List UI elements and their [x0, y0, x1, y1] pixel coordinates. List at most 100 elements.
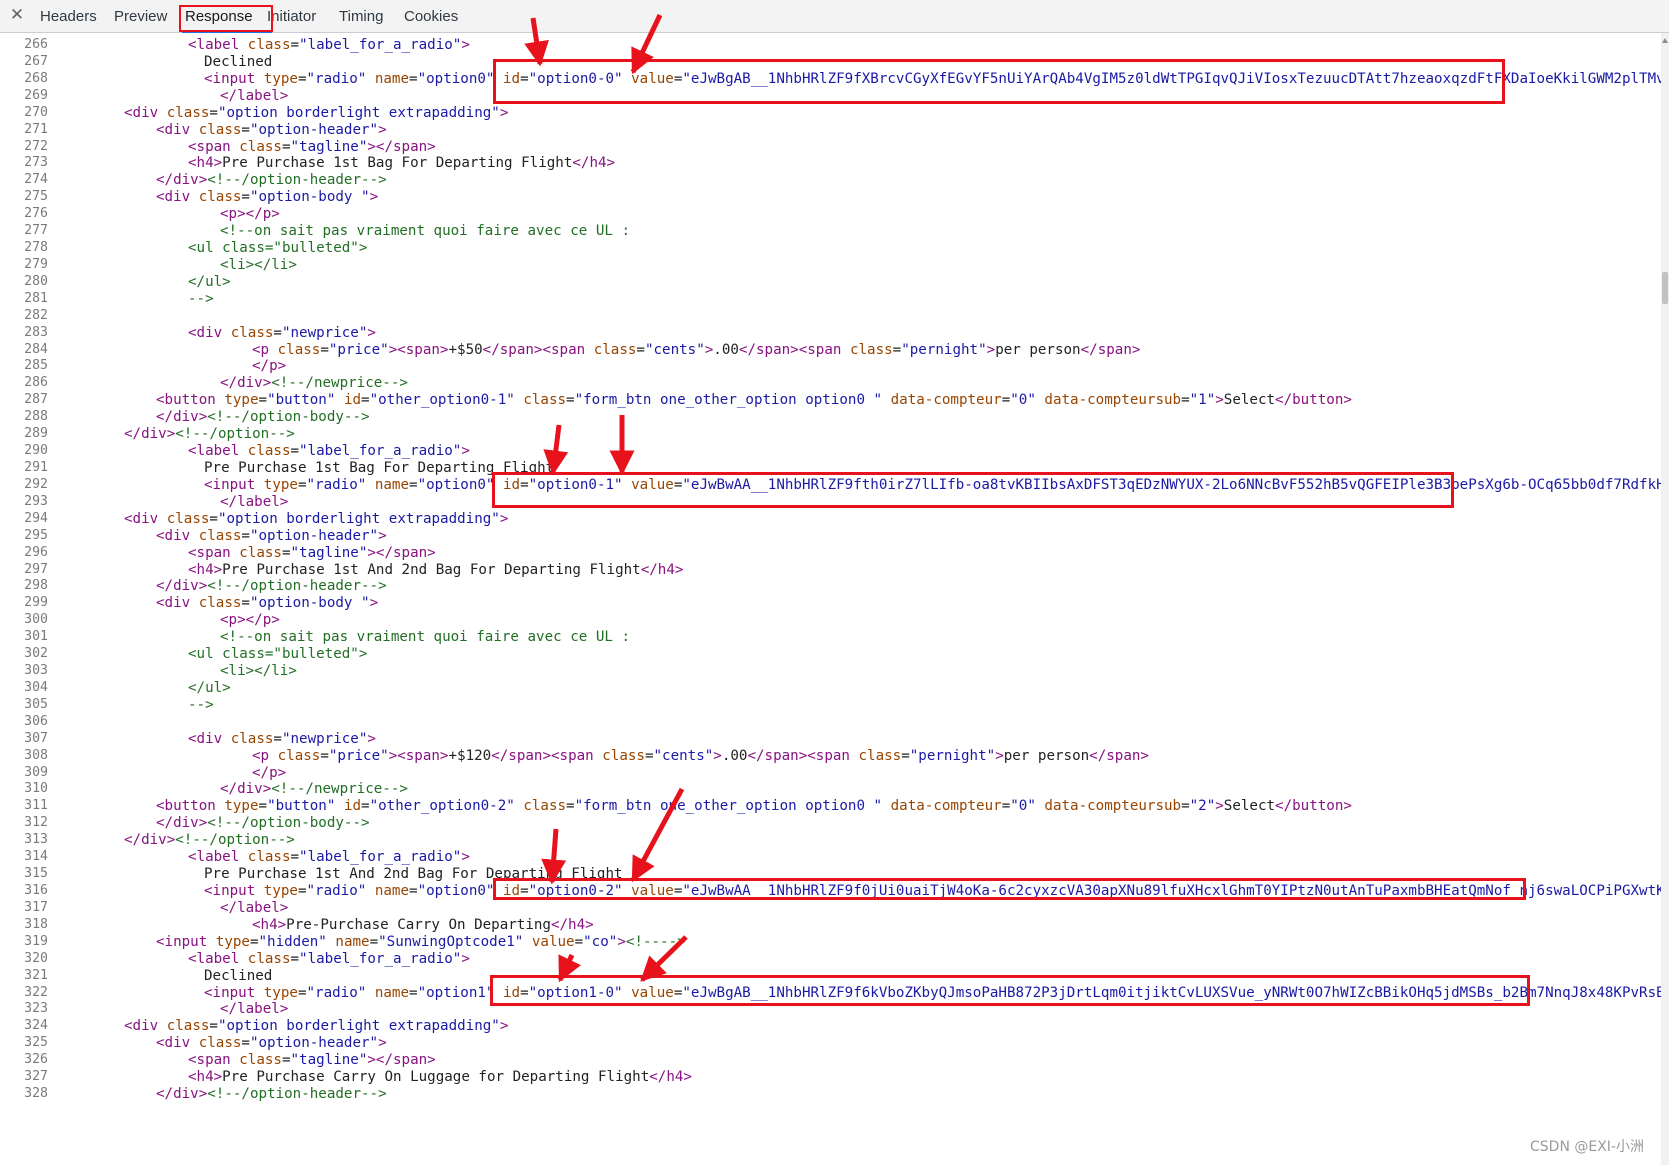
- code-line: 299 <div class="option-body ">: [0, 594, 1663, 612]
- tab-cookies[interactable]: Cookies: [404, 0, 458, 33]
- code-token: class: [158, 105, 210, 121]
- code-token: =: [209, 511, 218, 527]
- code-token: </label>: [220, 88, 289, 104]
- code-line: 304 </ul>: [0, 679, 1663, 697]
- code-line: 268 <input type="radio" name="option0" id…: [0, 70, 1663, 88]
- code-token: </p>: [252, 765, 287, 781]
- code-text: </div><!--/newprice-->: [220, 374, 408, 392]
- code-token: "other_option0-1": [369, 392, 515, 408]
- code-token: =: [644, 748, 654, 764]
- code-token: <div: [156, 595, 191, 611]
- code-token: "pernight": [901, 342, 987, 358]
- tab-timing[interactable]: Timing: [339, 0, 383, 33]
- line-number: 321: [24, 968, 48, 983]
- code-token: <div: [156, 1035, 191, 1051]
- code-token: =: [320, 748, 329, 764]
- line-number: 303: [24, 663, 48, 678]
- code-line: 317 </label>: [0, 899, 1663, 917]
- code-line: 277 <!--on sait pas vraiment quoi faire a…: [0, 222, 1663, 240]
- code-token: </span><span: [747, 748, 850, 764]
- vertical-scrollbar[interactable]: [1661, 33, 1669, 1165]
- line-number: 315: [24, 866, 48, 881]
- code-line: 326 <span class="tagline"></span>: [0, 1051, 1663, 1069]
- code-token: </label>: [220, 900, 289, 916]
- code-token: =: [273, 731, 282, 747]
- code-token: </h4>: [640, 562, 684, 578]
- code-token: class: [239, 849, 291, 865]
- code-line: 266 <label class="label_for_a_radio">: [0, 36, 1663, 54]
- tab-response[interactable]: Response: [185, 0, 253, 33]
- code-token: <button: [156, 392, 216, 408]
- code-token: <input: [156, 934, 208, 950]
- tab-preview[interactable]: Preview: [114, 0, 167, 33]
- line-number: 279: [24, 257, 48, 272]
- code-token: =: [901, 748, 910, 764]
- code-text: <input type="radio" name="option0" id="o…: [204, 70, 1663, 88]
- code-token: =: [297, 883, 307, 899]
- scroll-up-arrow-icon[interactable]: [1662, 38, 1668, 43]
- code-token: <div: [124, 1018, 159, 1034]
- code-token: Declined: [204, 54, 273, 70]
- code-text: <div class="option borderlight extrapadd…: [124, 104, 508, 122]
- code-token: class: [158, 511, 210, 527]
- code-token: <input: [204, 985, 256, 1001]
- code-line: 274 </div><!--/option-header-->: [0, 171, 1663, 189]
- code-token: </span><span: [491, 748, 594, 764]
- code-token: =: [574, 934, 584, 950]
- code-token: </div>: [156, 578, 208, 594]
- code-token: <!--on sait pas vraiment quoi faire avec…: [220, 629, 630, 645]
- scrollbar-thumb[interactable]: [1662, 272, 1668, 304]
- code-token: =: [241, 595, 250, 611]
- line-number: 291: [24, 460, 48, 475]
- code-text: Pre Purchase 1st Bag For Departing Fligh…: [204, 459, 554, 477]
- code-token: "button": [267, 392, 336, 408]
- code-line: 291 Pre Purchase 1st Bag For Departing Fl…: [0, 459, 1663, 477]
- code-token: value: [622, 985, 674, 1001]
- code-token: <label: [188, 37, 240, 53]
- code-token: =: [520, 883, 529, 899]
- code-token: >: [713, 748, 722, 764]
- code-token: <li></li>: [220, 663, 297, 679]
- code-token: <div: [188, 325, 223, 341]
- code-line: 310 </div><!--/newprice-->: [0, 780, 1663, 798]
- code-line: 292 <input type="radio" name="option0" id…: [0, 476, 1663, 494]
- line-number: 305: [24, 697, 48, 712]
- code-token: type: [255, 985, 298, 1001]
- code-token: >: [995, 748, 1004, 764]
- code-line: 311 <button type="button" id="other_optio…: [0, 797, 1663, 815]
- code-token: <!--/option-->: [175, 832, 295, 848]
- code-token: <h4>: [252, 917, 287, 933]
- code-token: "form_btn one_other_option option0 ": [574, 798, 883, 814]
- code-text: <div class="option borderlight extrapadd…: [124, 1017, 508, 1035]
- code-token: class: [222, 731, 274, 747]
- code-token: =: [1001, 392, 1011, 408]
- code-token: =: [281, 139, 291, 155]
- code-token: =: [520, 477, 529, 493]
- code-token: =: [209, 1018, 218, 1034]
- code-token: "option0": [417, 883, 495, 899]
- code-token: =: [297, 71, 307, 87]
- code-token: "2": [1189, 798, 1216, 814]
- code-line: 303 <li></li>: [0, 662, 1663, 680]
- code-token: "1": [1189, 392, 1216, 408]
- code-token: <div: [156, 189, 191, 205]
- close-icon[interactable]: ✕: [9, 6, 25, 24]
- response-source-view[interactable]: 266 <label class="label_for_a_radio"> 267 D…: [0, 36, 1663, 1165]
- tab-headers[interactable]: Headers: [40, 0, 97, 33]
- code-token: <input: [204, 71, 256, 87]
- code-line: 302 <ul class="bulleted">: [0, 645, 1663, 663]
- tab-initiator[interactable]: Initiator: [267, 0, 316, 33]
- code-text: <div class="option-body ">: [156, 188, 378, 206]
- code-token: =: [409, 985, 418, 1001]
- code-token: name: [366, 477, 410, 493]
- code-line: 314 <label class="label_for_a_radio">: [0, 848, 1663, 866]
- line-number: 300: [24, 612, 48, 627]
- code-line: 295 <div class="option-header">: [0, 527, 1663, 545]
- code-text: </div><!--/option-->: [124, 831, 295, 849]
- code-token: "0": [1010, 798, 1036, 814]
- line-number: 288: [24, 409, 48, 424]
- code-token: =: [249, 934, 259, 950]
- code-token: >: [1215, 392, 1224, 408]
- code-token: "option borderlight extrapadding": [217, 105, 500, 121]
- code-line: 319 <input type="hidden" name="SunwingOpt…: [0, 933, 1663, 951]
